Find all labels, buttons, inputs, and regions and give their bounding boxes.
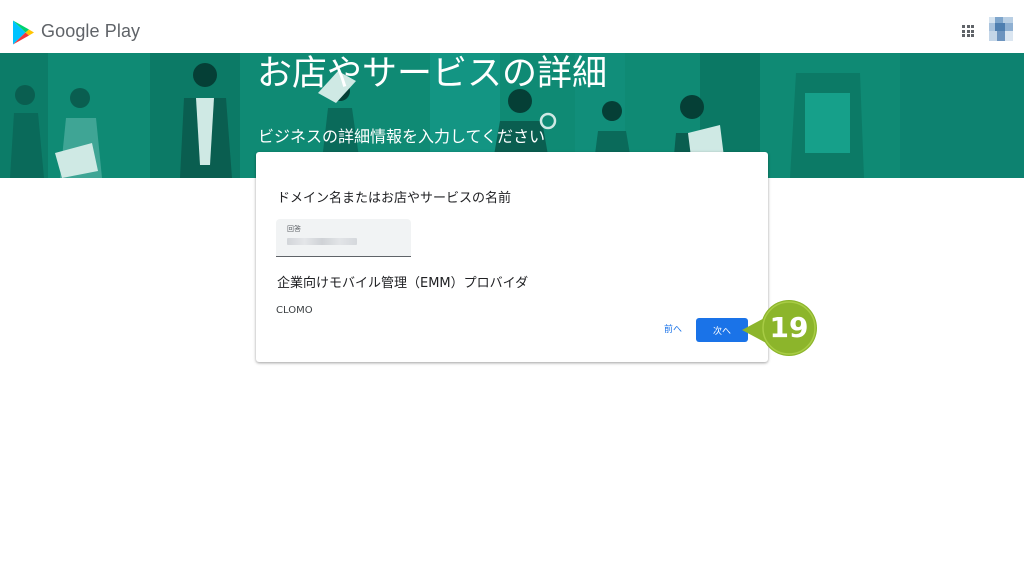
emm-provider-value: CLOMO bbox=[276, 305, 313, 316]
domain-question-label: ドメイン名またはお店やサービスの名前 bbox=[277, 191, 512, 206]
step-annotation-badge: 19 bbox=[740, 300, 820, 360]
page: Google Play お店やサービスの詳細 ビジネスの詳細情報を入力してくださ… bbox=[0, 0, 1024, 576]
user-avatar[interactable] bbox=[989, 17, 1013, 41]
emm-provider-question-label: 企業向けモバイル管理（EMM）プロバイダ bbox=[277, 276, 529, 291]
apps-grid-icon[interactable] bbox=[962, 25, 974, 37]
redacted-answer-value bbox=[287, 238, 357, 245]
business-details-card: ドメイン名またはお店やサービスの名前 回答 企業向けモバイル管理（EMM）プロバ… bbox=[256, 152, 768, 362]
page-subtitle: ビジネスの詳細情報を入力してください bbox=[258, 127, 546, 146]
domain-answer-input[interactable]: 回答 bbox=[276, 219, 411, 257]
back-button[interactable]: 前へ bbox=[664, 322, 682, 335]
top-bar: Google Play bbox=[0, 0, 1024, 53]
page-title: お店やサービスの詳細 bbox=[257, 54, 608, 94]
brand-name[interactable]: Google Play bbox=[41, 21, 140, 42]
google-play-logo-icon[interactable] bbox=[12, 20, 35, 45]
answer-label: 回答 bbox=[287, 225, 301, 233]
step-number: 19 bbox=[769, 311, 809, 344]
